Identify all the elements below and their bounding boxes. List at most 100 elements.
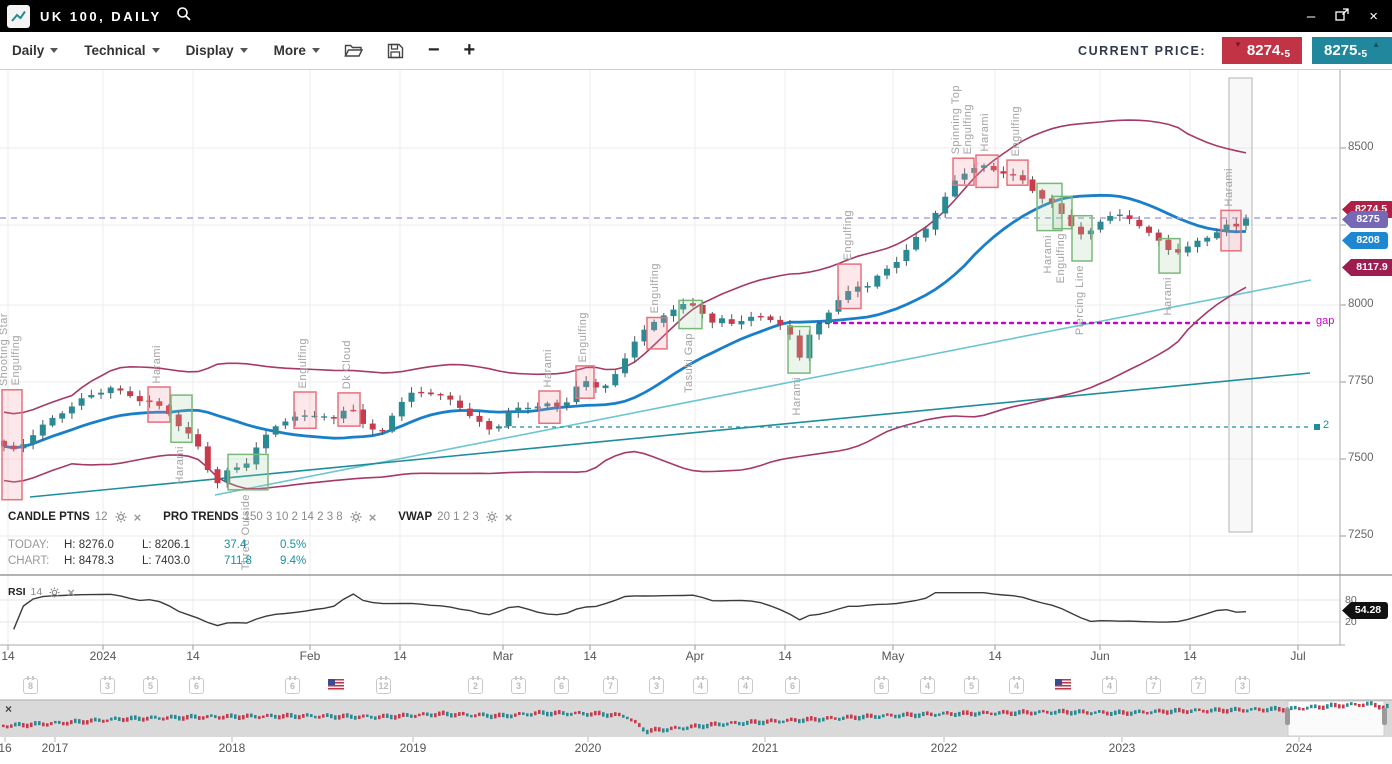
- calendar-event-icon[interactable]: 7: [1191, 678, 1206, 694]
- buy-price-button[interactable]: 8275.5 ▲: [1312, 37, 1392, 64]
- candle: [263, 435, 269, 449]
- close-button[interactable]: ×: [1369, 9, 1378, 24]
- calendar-event-icon[interactable]: 6: [189, 678, 204, 694]
- candle: [506, 412, 512, 426]
- calendar-event-icon[interactable]: 2: [468, 678, 483, 694]
- close-icon[interactable]: ×: [369, 512, 377, 523]
- open-folder-icon[interactable]: [344, 43, 363, 59]
- calendar-event-icon[interactable]: 4: [1009, 678, 1024, 694]
- pattern-label: Spinning Top: [950, 85, 962, 154]
- candle: [826, 313, 832, 324]
- close-icon[interactable]: ×: [134, 512, 142, 523]
- trend-line-2: [30, 373, 1310, 497]
- candle: [903, 250, 909, 261]
- candle: [1204, 238, 1210, 242]
- pattern-label: Engulfing: [842, 210, 854, 260]
- calendar-event-icon[interactable]: 3: [649, 678, 664, 694]
- x-axis-label: May: [882, 649, 905, 663]
- navigator-right-handle[interactable]: [1382, 708, 1387, 725]
- save-icon[interactable]: [387, 43, 404, 59]
- menu-daily[interactable]: Daily: [12, 43, 58, 58]
- x-axis-label: Feb: [300, 649, 321, 663]
- candle: [409, 393, 415, 402]
- us-flag-icon[interactable]: [1055, 679, 1071, 691]
- candle: [98, 393, 104, 395]
- candle: [321, 416, 327, 417]
- candle: [273, 426, 279, 434]
- calendar-event-icon[interactable]: 8: [23, 678, 38, 694]
- candle: [1030, 180, 1036, 191]
- close-icon[interactable]: ×: [505, 512, 513, 523]
- navigator-track: [0, 700, 1392, 737]
- calendar-event-icon[interactable]: 6: [285, 678, 300, 694]
- gear-icon[interactable]: [115, 511, 127, 523]
- chevron-down-icon: [152, 48, 160, 53]
- candle: [389, 416, 395, 432]
- calendar-event-icon[interactable]: 6: [554, 678, 569, 694]
- pattern-label: Harami: [151, 345, 163, 383]
- pattern-label: Harami: [1223, 168, 1235, 206]
- calendar-event-icon[interactable]: 3: [511, 678, 526, 694]
- menu-more[interactable]: More: [274, 43, 320, 58]
- candle: [913, 237, 919, 250]
- calendar-event-icon[interactable]: 5: [143, 678, 158, 694]
- pattern-box-bearish: [838, 264, 861, 308]
- candle: [564, 402, 570, 405]
- pattern-box-bearish: [148, 387, 170, 422]
- gear-icon[interactable]: [49, 587, 60, 598]
- candle: [1195, 241, 1201, 247]
- gear-icon[interactable]: [350, 511, 362, 523]
- calendar-event-icon[interactable]: 6: [785, 678, 800, 694]
- calendar-event-icon[interactable]: 3: [100, 678, 115, 694]
- navigator-year-label: 2017: [42, 741, 69, 755]
- minimize-button[interactable]: –: [1307, 9, 1315, 24]
- candle: [1000, 171, 1006, 173]
- calendar-event-icon[interactable]: 7: [603, 678, 618, 694]
- price-badge-axis: 8275: [1342, 211, 1388, 228]
- price-axis-label: 8000: [1348, 298, 1374, 310]
- candle: [331, 417, 337, 419]
- pattern-box-bullish: [788, 327, 810, 374]
- gear-icon[interactable]: [486, 511, 498, 523]
- navigator-left-handle[interactable]: [1285, 708, 1290, 725]
- price-axis-label: 7500: [1348, 452, 1374, 464]
- search-icon[interactable]: [176, 6, 192, 27]
- menu-technical[interactable]: Technical: [84, 43, 159, 58]
- us-flag-icon[interactable]: [328, 679, 344, 691]
- candle: [137, 396, 143, 401]
- candle: [79, 398, 85, 405]
- calendar-event-icon[interactable]: 3: [1235, 678, 1250, 694]
- navigator-year-label: 2018: [219, 741, 246, 755]
- chevron-down-icon: [240, 48, 248, 53]
- candle: [1185, 247, 1191, 253]
- zoom-in-button[interactable]: +: [464, 39, 476, 62]
- popout-icon[interactable]: [1335, 8, 1349, 25]
- zoom-out-button[interactable]: −: [428, 39, 440, 62]
- sell-price-button[interactable]: ▼ 8274.5: [1222, 37, 1302, 64]
- calendar-event-icon[interactable]: 7: [1146, 678, 1161, 694]
- session-stats: TODAY: H: 8276.0 L: 8206.1 37.4 0.5% CHA…: [8, 538, 330, 570]
- navigator-close-icon[interactable]: ×: [5, 703, 17, 715]
- pattern-label: Engulfing: [649, 263, 661, 313]
- pattern-box-bearish: [576, 366, 594, 398]
- calendar-event-icon[interactable]: 4: [738, 678, 753, 694]
- menu-display[interactable]: Display: [186, 43, 248, 58]
- candle: [894, 262, 900, 268]
- x-axis-label: 14: [988, 649, 1001, 663]
- calendar-event-icon[interactable]: 6: [874, 678, 889, 694]
- candle: [622, 358, 628, 373]
- navigator-year-label: 2020: [575, 741, 602, 755]
- calendar-event-icon[interactable]: 4: [920, 678, 935, 694]
- instrument-title: UK 100, DAILY: [40, 9, 162, 24]
- pattern-box-bearish: [338, 393, 360, 426]
- calendar-event-icon[interactable]: 5: [964, 678, 979, 694]
- calendar-event-icon[interactable]: 4: [1102, 678, 1117, 694]
- calendar-event-icon[interactable]: 4: [693, 678, 708, 694]
- close-icon[interactable]: ×: [67, 587, 75, 598]
- candle: [428, 393, 434, 395]
- x-axis-label: 14: [393, 649, 406, 663]
- candle: [108, 388, 114, 394]
- calendar-event-icon[interactable]: 12: [376, 678, 391, 694]
- candle: [777, 320, 783, 325]
- candle: [88, 395, 94, 397]
